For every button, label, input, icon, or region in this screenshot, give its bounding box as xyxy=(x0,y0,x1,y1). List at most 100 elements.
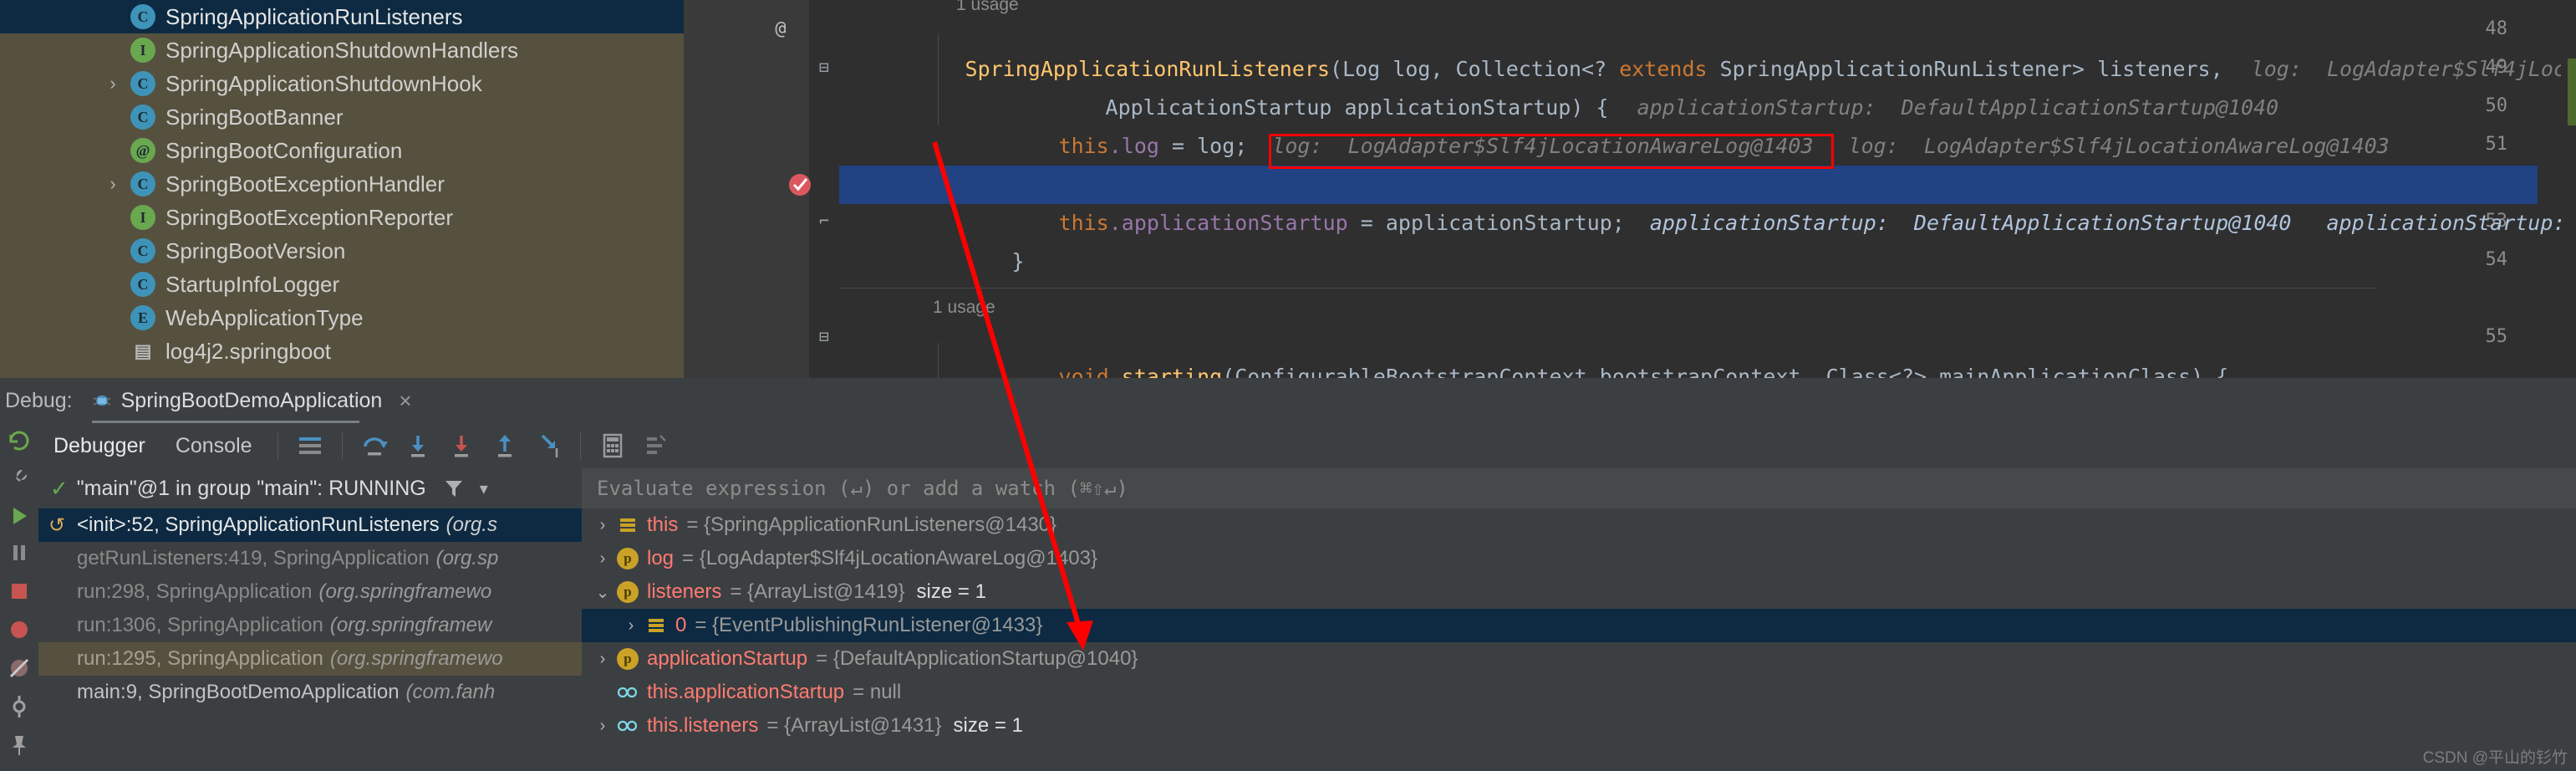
code-line-48[interactable]: SpringApplicationRunListeners(Log log, C… xyxy=(839,12,2576,81)
expand-chevron-icon[interactable]: › xyxy=(100,74,125,93)
variable-value: = {LogAdapter$Slf4jLocationAwareLog@1403… xyxy=(682,547,1098,569)
variable-row[interactable]: › 0 = {EventPublishingRunListener@1433} xyxy=(582,609,2576,642)
expand-chevron-icon[interactable]: › xyxy=(588,650,617,669)
variable-size: size = 1 xyxy=(916,580,986,603)
fold-marker-icon[interactable]: ⊟ xyxy=(809,326,839,346)
variable-row[interactable]: › this.listeners = {ArrayList@1431} size = … xyxy=(582,709,2576,743)
rerun-icon[interactable] xyxy=(7,428,32,453)
layout-settings-button[interactable] xyxy=(638,427,675,464)
code-token-this: this xyxy=(1058,211,1109,235)
tree-item-springbootbanner[interactable]: ›CSpringBootBanner xyxy=(0,100,684,134)
filter-icon[interactable] xyxy=(443,477,465,499)
structure-tree-panel[interactable]: › C SpringApplicationRunListeners › I SpringA… xyxy=(0,0,684,378)
frame-row[interactable]: run:1295, SpringApplication (org.springf… xyxy=(38,642,582,676)
variable-row[interactable]: ›this.applicationStartup= null xyxy=(582,676,2576,709)
expand-chevron-icon[interactable]: › xyxy=(588,549,617,569)
code-line-50[interactable]: this.log = log; log: LogAdapter$Slf4jLoca… xyxy=(933,89,2390,158)
tree-item-springapplicationrunlisteners[interactable]: ›CSpringApplicationRunListeners xyxy=(0,0,684,33)
frames-list[interactable]: ↺ <init>:52, SpringApplicationRunListener… xyxy=(38,508,582,771)
tree-item-springbootversion[interactable]: ›CSpringBootVersion xyxy=(0,234,684,268)
tree-item-label: SpringBootBanner xyxy=(165,104,344,130)
frame-row[interactable]: ↺ <init>:52, SpringApplicationRunListener… xyxy=(38,508,582,542)
variable-row[interactable]: ⌄ p listeners = {ArrayList@1419} size = 1 xyxy=(582,575,2576,609)
tree-item-springbootconfiguration[interactable]: ›@SpringBootConfiguration xyxy=(0,134,684,167)
variable-row[interactable]: › p applicationStartup = {DefaultApplicatio… xyxy=(582,642,2576,676)
force-step-into-button[interactable] xyxy=(443,427,480,464)
code-line-55[interactable]: void starting(ConfigurableBootstrapConte… xyxy=(933,319,2229,378)
field-icon: p xyxy=(617,548,639,569)
run-to-cursor-button[interactable] xyxy=(530,427,567,464)
view-breakpoints-icon[interactable] xyxy=(7,617,32,642)
usage-hint[interactable]: 1 usage xyxy=(933,298,995,318)
show-execution-point-button[interactable] xyxy=(292,427,328,464)
structure-tree-list[interactable]: › C SpringApplicationRunListeners › I SpringA… xyxy=(0,0,684,378)
close-icon[interactable]: × xyxy=(399,388,411,414)
tree-item-label: WebApplicationType xyxy=(165,304,364,330)
tree-item-log4j2.springboot[interactable]: ›▤log4j2.springboot xyxy=(0,334,684,368)
inline-debug-hint[interactable]: applicationStartup: DefaultApplicationSt… xyxy=(1625,211,2292,235)
evaluate-expression-bar[interactable]: Evaluate expression (↵) or add a watch (… xyxy=(582,468,2576,508)
fold-marker-icon[interactable]: ⊟ xyxy=(809,57,839,77)
inline-debug-hint[interactable]: applicationStartup: null xyxy=(2291,211,2576,235)
interface-icon: I xyxy=(130,38,155,63)
evaluate-expression-button[interactable] xyxy=(594,427,631,464)
frame-row[interactable]: run:298, SpringApplication (org.springfr… xyxy=(38,575,582,609)
tree-item-springbootexceptionreporter[interactable]: ›ISpringBootExceptionReporter xyxy=(0,201,684,234)
tab-console[interactable]: Console xyxy=(160,423,267,468)
chevron-down-icon[interactable]: ▾ xyxy=(480,478,488,499)
expand-chevron-icon[interactable]: › xyxy=(588,516,617,535)
editor-scrollbar[interactable] xyxy=(2561,0,2576,378)
code-line-52[interactable]: this.applicationStartup = applicationSta… xyxy=(839,166,2565,235)
tree-item-webapplicationtype[interactable]: ›EWebApplicationType xyxy=(0,301,684,334)
frame-row[interactable]: run:1306, SpringApplication (org.springf… xyxy=(38,609,582,642)
variables-tree[interactable]: › this = {SpringApplicationRunListeners@14… xyxy=(582,508,2576,771)
tree-item-springbootexceptionhandler[interactable]: › C SpringBootExceptionHandler xyxy=(0,167,684,201)
expand-chevron-icon[interactable]: ⌄ xyxy=(588,582,617,603)
tree-item-springapplicationshutdownhandlers[interactable]: ›ISpringApplicationShutdownHandlers xyxy=(0,33,684,67)
stop-program-icon[interactable] xyxy=(7,579,32,604)
step-into-button[interactable] xyxy=(400,427,436,464)
step-over-button[interactable] xyxy=(356,427,393,464)
pause-program-icon[interactable] xyxy=(7,540,32,565)
mute-breakpoints-icon[interactable] xyxy=(7,656,32,681)
expand-chevron-icon[interactable]: › xyxy=(100,175,125,193)
code-text-area[interactable]: 1 usage SpringApplicationRunListeners(Lo… xyxy=(839,0,2576,378)
fold-marker-icon[interactable]: ⌐ xyxy=(809,211,839,231)
variable-value: = {ArrayList@1419} xyxy=(730,580,905,603)
code-line-49[interactable]: ApplicationStartup applicationStartup) {… xyxy=(980,50,2279,120)
pin-icon[interactable] xyxy=(7,733,32,758)
expand-chevron-icon[interactable]: › xyxy=(588,717,617,736)
settings-gear-icon[interactable] xyxy=(7,694,32,719)
tree-item-label: SpringApplicationShutdownHook xyxy=(165,70,482,96)
variable-row[interactable]: › p log = {LogAdapter$Slf4jLocationAwareLog… xyxy=(582,542,2576,575)
annotation-marker-icon[interactable]: @ xyxy=(764,18,797,39)
editor-gutter[interactable] xyxy=(684,0,809,378)
code-token: (ConfigurableBootstrapContext bootstrapC… xyxy=(1222,365,2229,378)
code-editor[interactable]: 48 @ 49 50 51 52 53 54 55 ⊟ ⊟ ⌐ ⊟ 1 usag… xyxy=(684,0,2576,378)
variable-row[interactable]: › this = {SpringApplicationRunListeners@14… xyxy=(582,508,2576,542)
code-line-53[interactable]: } xyxy=(886,204,1025,273)
step-out-button[interactable] xyxy=(486,427,523,464)
frame-label: main:9, SpringBootDemoApplication xyxy=(77,681,400,703)
tree-item-startupinfologger[interactable]: ›CStartupInfoLogger xyxy=(0,268,684,301)
left-tool-strip[interactable] xyxy=(0,423,38,771)
settings-wrench-icon[interactable] xyxy=(7,465,32,490)
class-icon: C xyxy=(130,171,155,197)
watch-icon xyxy=(617,715,639,737)
variable-value: = null xyxy=(853,681,902,703)
variable-size: size = 1 xyxy=(953,714,1023,737)
variable-name: listeners xyxy=(647,580,722,603)
tree-item-springapplicationshutdownhook[interactable]: › C SpringApplicationShutdownHook xyxy=(0,67,684,100)
tab-debugger[interactable]: Debugger xyxy=(38,423,160,468)
thread-selector-bar[interactable]: ✓ "main"@1 in group "main": RUNNING ▾ xyxy=(38,468,582,508)
code-line-51[interactable]: this.listeners = new ArrayList<>(listene… xyxy=(933,127,2216,197)
debugger-toolbar[interactable]: Debugger Console xyxy=(38,423,2576,468)
expand-chevron-icon[interactable]: › xyxy=(617,616,645,636)
frame-label: run:1306, SpringApplication xyxy=(77,614,323,636)
debug-session-tab[interactable]: SpringBootDemoApplication × xyxy=(81,383,424,419)
variable-value: = {ArrayList@1431} xyxy=(766,714,942,737)
resume-program-icon[interactable] xyxy=(7,503,32,528)
enum-icon: E xyxy=(130,305,155,330)
frame-row[interactable]: main:9, SpringBootDemoApplication (com.f… xyxy=(38,676,582,709)
frame-row[interactable]: getRunListeners:419, SpringApplication (… xyxy=(38,542,582,575)
